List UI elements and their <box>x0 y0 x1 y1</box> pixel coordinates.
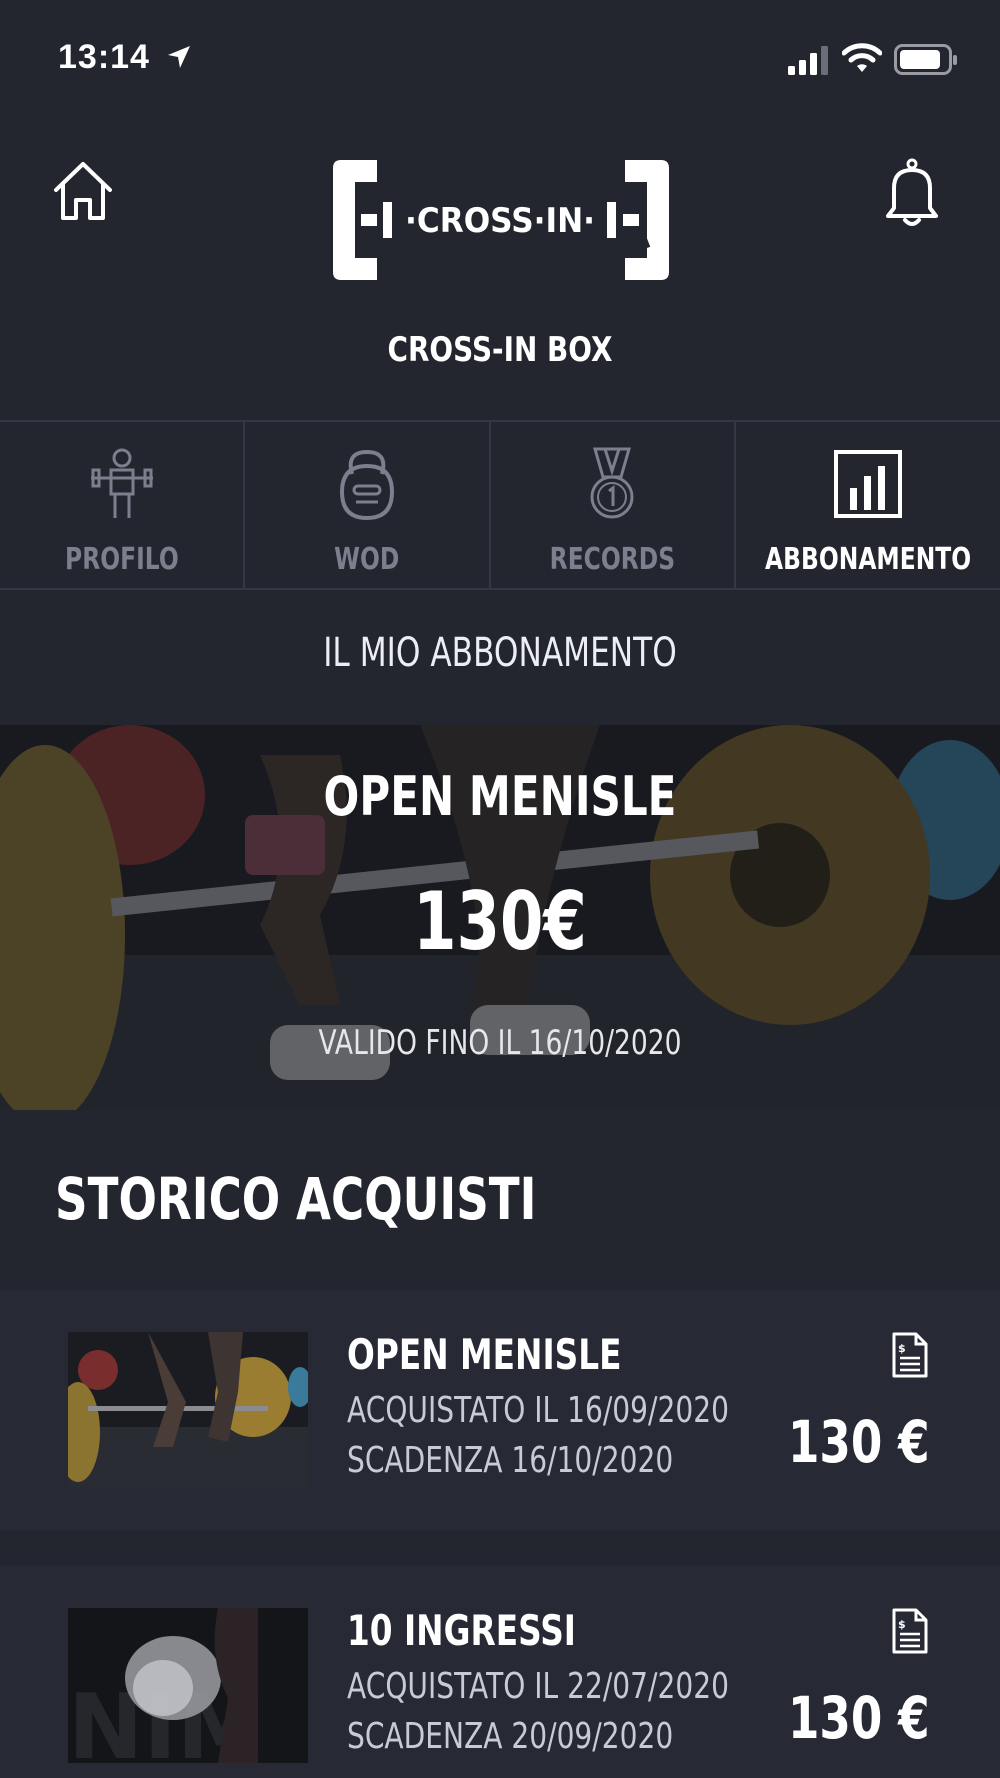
medal-icon <box>585 447 639 520</box>
invoice-document-icon[interactable]: $ <box>892 1608 928 1659</box>
purchase-expiry: SCADENZA 20/09/2020 <box>347 1716 674 1757</box>
purchase-item[interactable]: OPEN MENISLE ACQUISTATO IL 16/09/2020 SC… <box>0 1290 1000 1530</box>
purchase-date: ACQUISTATO IL 22/07/2020 <box>347 1666 729 1707</box>
purchase-price: 130 € <box>788 1684 930 1752</box>
tab-wod[interactable]: WOD <box>245 422 491 588</box>
current-subscription-card[interactable]: OPEN MENISLE 130€ VALIDO FINO IL 16/10/2… <box>0 725 1000 1110</box>
box-name: CROSS-IN BOX <box>387 330 613 370</box>
status-bar: 13:14 <box>0 0 1000 120</box>
status-time: 13:14 <box>58 38 150 76</box>
tab-abbonamento[interactable]: ABBONAMENTO <box>736 422 1000 588</box>
subscription-price: 130€ <box>413 875 587 968</box>
tab-profilo[interactable]: PROFILO <box>0 422 246 588</box>
home-icon[interactable] <box>50 158 116 229</box>
location-arrow-icon <box>166 44 192 75</box>
kettlebell-icon <box>336 448 398 520</box>
svg-text:$: $ <box>898 1618 906 1631</box>
svg-text:$: $ <box>898 1342 906 1355</box>
subscription-valid-until: VALIDO FINO IL 16/10/2020 <box>318 1023 682 1063</box>
weightlifter-icon <box>89 448 155 520</box>
purchase-price: 130 € <box>788 1408 930 1476</box>
wifi-icon <box>841 42 883 79</box>
subscription-name: OPEN MENISLE <box>323 765 677 828</box>
app-screen: 13:14 ·CROSS·IN· CROSS-IN BOX PROFILO WO… <box>0 0 1000 1778</box>
tab-label: WOD <box>334 542 400 577</box>
purchase-name: OPEN MENISLE <box>347 1330 622 1379</box>
tab-records[interactable]: RECORDS <box>491 422 736 588</box>
svg-text:·CROSS·IN·: ·CROSS·IN· <box>405 201 595 241</box>
notification-bell-icon[interactable] <box>882 158 942 235</box>
purchase-thumbnail <box>68 1332 308 1487</box>
section-title: IL MIO ABBONAMENTO <box>323 630 677 676</box>
purchase-name: 10 INGRESSI <box>347 1606 577 1655</box>
tab-label: RECORDS <box>549 542 675 577</box>
bar-chart-icon <box>833 448 902 520</box>
purchase-date: ACQUISTATO IL 16/09/2020 <box>347 1390 729 1431</box>
tab-bar: PROFILO WOD RECORDS ABBONAMENTO <box>0 420 1000 590</box>
purchase-item[interactable]: NIM 10 INGRESSI ACQUISTATO IL 22/07/2020… <box>0 1566 1000 1778</box>
tab-label: ABBONAMENTO <box>764 542 971 577</box>
invoice-document-icon[interactable]: $ <box>892 1332 928 1383</box>
cellular-signal-icon <box>788 46 832 81</box>
purchase-expiry: SCADENZA 16/10/2020 <box>347 1440 674 1481</box>
cross-in-logo: ·CROSS·IN· <box>325 158 677 284</box>
purchase-thumbnail: NIM <box>68 1608 308 1763</box>
history-title: STORICO ACQUISTI <box>55 1165 537 1233</box>
battery-icon <box>894 44 958 81</box>
tab-label: PROFILO <box>64 542 179 577</box>
